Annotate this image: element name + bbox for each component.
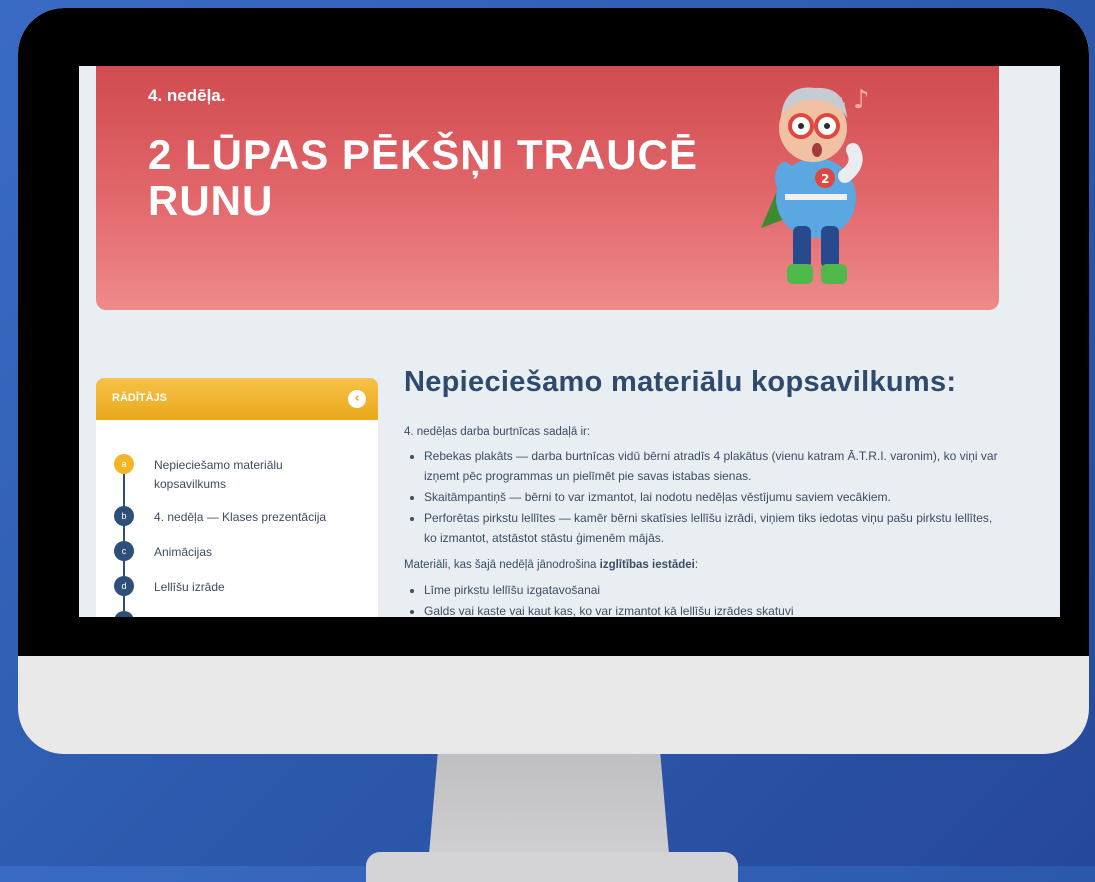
main-content: Nepieciešamo materiālu kopsavilkums: 4. … bbox=[404, 366, 1014, 617]
institution-list: Līme pirkstu lellīšu izgatavošanai Galds… bbox=[404, 580, 1004, 617]
monitor: 4. nedēļa. 2 LŪPAS PĒKŠŅI TRAUCĒ RUNU ♪ … bbox=[18, 8, 1089, 754]
svg-text:2: 2 bbox=[821, 172, 829, 186]
toc-marker: a bbox=[114, 454, 134, 474]
list-item: Līme pirkstu lellīšu izgatavošanai bbox=[424, 580, 1004, 600]
page-heading: Nepieciešamo materiālu kopsavilkums: bbox=[404, 366, 957, 398]
toc-title: RĀDĪTĀJS bbox=[112, 392, 168, 404]
materials-prefix: Materiāli, kas šajā nedēļā jānodrošina bbox=[404, 559, 600, 571]
materials-suffix: : bbox=[694, 559, 699, 571]
institution-materials-intro: Materiāli, kas šajā nedēļā jānodrošina i… bbox=[404, 559, 698, 571]
list-item: Galds vai kaste vai kaut kas, ko var izm… bbox=[424, 601, 1004, 617]
toc-item-label: 4. nedēļa — Klases prezentācija bbox=[154, 510, 327, 524]
week-label: 4. nedēļa. bbox=[148, 86, 226, 105]
chevron-left-icon[interactable]: ‹ bbox=[348, 390, 366, 408]
toc-item-label: Lellīšu izrāde bbox=[154, 580, 225, 594]
toc-item-label: Nepieciešamo materiālu kopsavilkums bbox=[154, 458, 283, 491]
toc-item-label: Animācijas bbox=[154, 545, 213, 559]
monitor-stand-neck bbox=[428, 754, 670, 866]
toc-marker: c bbox=[114, 541, 134, 561]
screen: 4. nedēļa. 2 LŪPAS PĒKŠŅI TRAUCĒ RUNU ♪ … bbox=[79, 66, 1060, 617]
toc-header: RĀDĪTĀJS ‹ bbox=[96, 378, 378, 420]
toc-sidebar: RĀDĪTĀJS ‹ a Nepieciešamo materiālu kops… bbox=[96, 378, 378, 617]
music-note-icon: ♪ bbox=[853, 85, 870, 115]
toc-marker: d bbox=[114, 576, 134, 596]
hero-title: 2 LŪPAS PĒKŠŅI TRAUCĒ RUNU bbox=[148, 131, 698, 224]
materials-bold: izglītības iestādei bbox=[599, 559, 695, 571]
list-item: Perforētas pirkstu lellītes — kamēr bērn… bbox=[424, 508, 1004, 548]
toc-marker: b bbox=[114, 506, 134, 526]
hero-banner: 4. nedēļa. 2 LŪPAS PĒKŠŅI TRAUCĒ RUNU ♪ … bbox=[96, 66, 999, 310]
monitor-stand-base bbox=[366, 852, 738, 882]
list-item: Skaitāmpantiņš — bērni to var izmantot, … bbox=[424, 487, 1004, 507]
workbook-intro: 4. nedēļas darba burtnīcas sadaļā ir: bbox=[404, 426, 591, 438]
workbook-list: Rebekas plakāts — darba burtnīcas vidū b… bbox=[404, 446, 1004, 549]
toc-marker bbox=[114, 611, 134, 617]
list-item: Rebekas plakāts — darba burtnīcas vidū b… bbox=[424, 446, 1004, 486]
mascot-illustration: ♪ # 2 bbox=[761, 85, 870, 284]
